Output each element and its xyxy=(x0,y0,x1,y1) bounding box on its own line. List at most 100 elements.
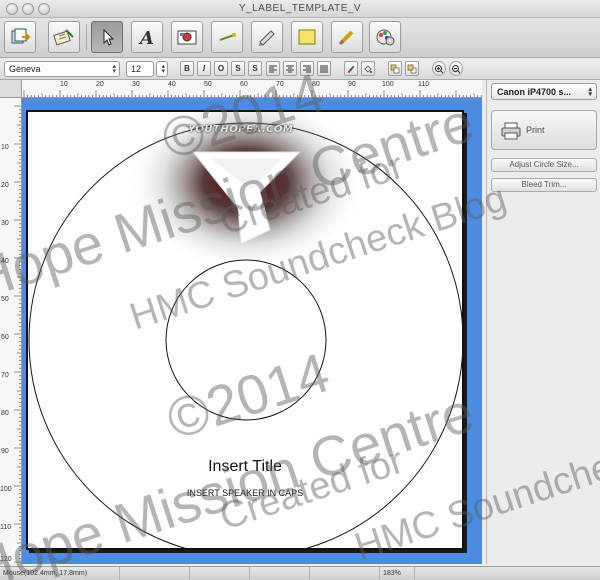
ruler-label: 110 xyxy=(418,81,430,88)
shape-tool-button[interactable] xyxy=(291,21,323,53)
zoom-in-icon xyxy=(435,64,444,73)
printer-icon xyxy=(501,122,521,140)
arrow-cursor-icon xyxy=(103,28,115,46)
align-center-icon xyxy=(286,65,294,72)
ruler-label: 120 xyxy=(0,556,12,563)
line-tool-button[interactable] xyxy=(211,21,243,53)
pen-icon xyxy=(259,30,275,46)
import-button[interactable] xyxy=(4,21,36,53)
outline-button[interactable]: O xyxy=(214,61,228,76)
print-button[interactable]: Print xyxy=(491,110,597,150)
template-icon xyxy=(53,29,74,46)
logo-text[interactable]: YOUTHOPEA.COM xyxy=(188,124,293,135)
align-left-button[interactable] xyxy=(266,61,280,76)
justify-icon xyxy=(320,65,328,72)
disc-tool-button[interactable] xyxy=(369,21,401,53)
text-color-button[interactable] xyxy=(344,61,358,76)
app-window: Y_LABEL_TEMPLATE_V A Geneva ▴ ▾ 12 ▴ ▾ B… xyxy=(0,0,600,580)
text-a-icon: A xyxy=(138,28,154,48)
ruler-label: 30 xyxy=(1,220,9,227)
status-bar: Mouse(102.4mm, 17.8mm) 183% xyxy=(0,566,600,580)
status-segment xyxy=(120,567,190,580)
ruler-label: 50 xyxy=(204,81,212,88)
status-segment xyxy=(415,567,600,580)
layers-back-icon xyxy=(407,64,417,73)
chevron-updown-icon: ▴ ▾ xyxy=(112,63,116,75)
font-select[interactable]: Geneva ▴ ▾ xyxy=(4,61,120,77)
format-bar: Geneva ▴ ▾ 12 ▴ ▾ B I O S S xyxy=(0,59,600,80)
bleed-trim-button[interactable]: Bleed Trim... xyxy=(491,178,597,192)
zoom-out-button[interactable] xyxy=(449,61,463,76)
speaker-text[interactable]: INSERT SPEAKER IN CAPS xyxy=(28,488,462,498)
vertical-ruler-ticks xyxy=(14,105,21,563)
ruler-label: 20 xyxy=(1,182,9,189)
send-backward-button[interactable] xyxy=(405,61,419,76)
design-canvas[interactable]: YOUTHOPEA.COM Insert Title INSERT SPEAKE… xyxy=(22,98,482,564)
font-size-field[interactable]: 12 xyxy=(126,61,154,77)
template-button[interactable] xyxy=(48,21,80,53)
disc-label-artwork xyxy=(28,112,462,548)
ruler-label: 70 xyxy=(276,81,284,88)
align-right-button[interactable] xyxy=(300,61,314,76)
strike-icon: S xyxy=(252,64,258,73)
ruler-label: 90 xyxy=(1,448,9,455)
label-page[interactable]: YOUTHOPEA.COM Insert Title INSERT SPEAKE… xyxy=(26,110,464,550)
ruler-label: 70 xyxy=(1,372,9,379)
horizontal-ruler: 10 20 30 40 50 60 70 80 90 100 110 xyxy=(22,80,482,98)
title-bar: Y_LABEL_TEMPLATE_V xyxy=(0,0,600,18)
ruler-label: 50 xyxy=(1,296,9,303)
bring-forward-button[interactable] xyxy=(388,61,402,76)
ruler-label: 10 xyxy=(1,144,9,151)
ruler-label: 110 xyxy=(0,524,12,531)
zoom-in-button[interactable] xyxy=(432,61,446,76)
shadow-button[interactable]: S xyxy=(231,61,245,76)
ruler-label: 90 xyxy=(348,81,356,88)
ruler-corner xyxy=(0,80,22,98)
justify-button[interactable] xyxy=(317,61,331,76)
ellipse-tool-button[interactable] xyxy=(331,21,363,53)
font-size-stepper[interactable]: ▴ ▾ xyxy=(156,61,168,77)
italic-button[interactable]: I xyxy=(197,61,211,76)
text-tool-button[interactable]: A xyxy=(131,21,163,53)
strike-button[interactable]: S xyxy=(248,61,262,76)
stepper-icon: ▴ ▾ xyxy=(161,63,165,75)
brush-icon xyxy=(338,30,354,46)
mouse-position: Mouse(102.4mm, 17.8mm) xyxy=(0,567,120,580)
adjust-circle-size-button[interactable]: Adjust Circle Size... xyxy=(491,158,597,172)
palette-disc-icon xyxy=(376,29,395,46)
align-center-button[interactable] xyxy=(283,61,297,76)
vertical-ruler: 10 20 30 40 50 60 70 80 90 100 110 120 xyxy=(0,98,22,564)
pencil-color-icon xyxy=(347,65,355,73)
disc-inner-circle[interactable] xyxy=(165,259,327,421)
font-name: Geneva xyxy=(9,64,41,74)
bold-icon: B xyxy=(184,64,190,73)
ruler-label: 40 xyxy=(1,258,9,265)
paint-bucket-icon xyxy=(364,65,373,73)
chevron-updown-icon: ▴ ▾ xyxy=(588,86,592,98)
line-icon xyxy=(219,33,236,41)
disc-title-text[interactable]: Insert Title xyxy=(28,458,462,476)
ruler-label: 30 xyxy=(132,81,140,88)
align-left-icon xyxy=(269,65,277,72)
print-label: Print xyxy=(526,125,545,135)
ruler-label: 60 xyxy=(1,334,9,341)
image-tool-button[interactable] xyxy=(171,21,203,53)
ruler-label: 100 xyxy=(382,81,394,88)
zoom-level: 183% xyxy=(380,567,415,580)
ruler-label: 80 xyxy=(312,81,320,88)
svg-text:A: A xyxy=(138,28,154,48)
toolbar-separator xyxy=(86,24,87,50)
ruler-label: 40 xyxy=(168,81,176,88)
align-right-icon xyxy=(303,65,311,72)
ruler-label: 20 xyxy=(96,81,104,88)
ruler-label: 80 xyxy=(1,410,9,417)
ruler-label: 100 xyxy=(0,486,12,493)
fill-color-button[interactable] xyxy=(361,61,375,76)
font-size-value: 12 xyxy=(131,64,142,74)
ruler-label: 10 xyxy=(60,81,68,88)
pen-tool-button[interactable] xyxy=(251,21,283,53)
arrow-tool-button[interactable] xyxy=(91,21,123,53)
printer-select[interactable]: Canon iP4700 s... ▴ ▾ xyxy=(491,83,597,100)
bold-button[interactable]: B xyxy=(180,61,194,76)
status-segment xyxy=(310,567,380,580)
